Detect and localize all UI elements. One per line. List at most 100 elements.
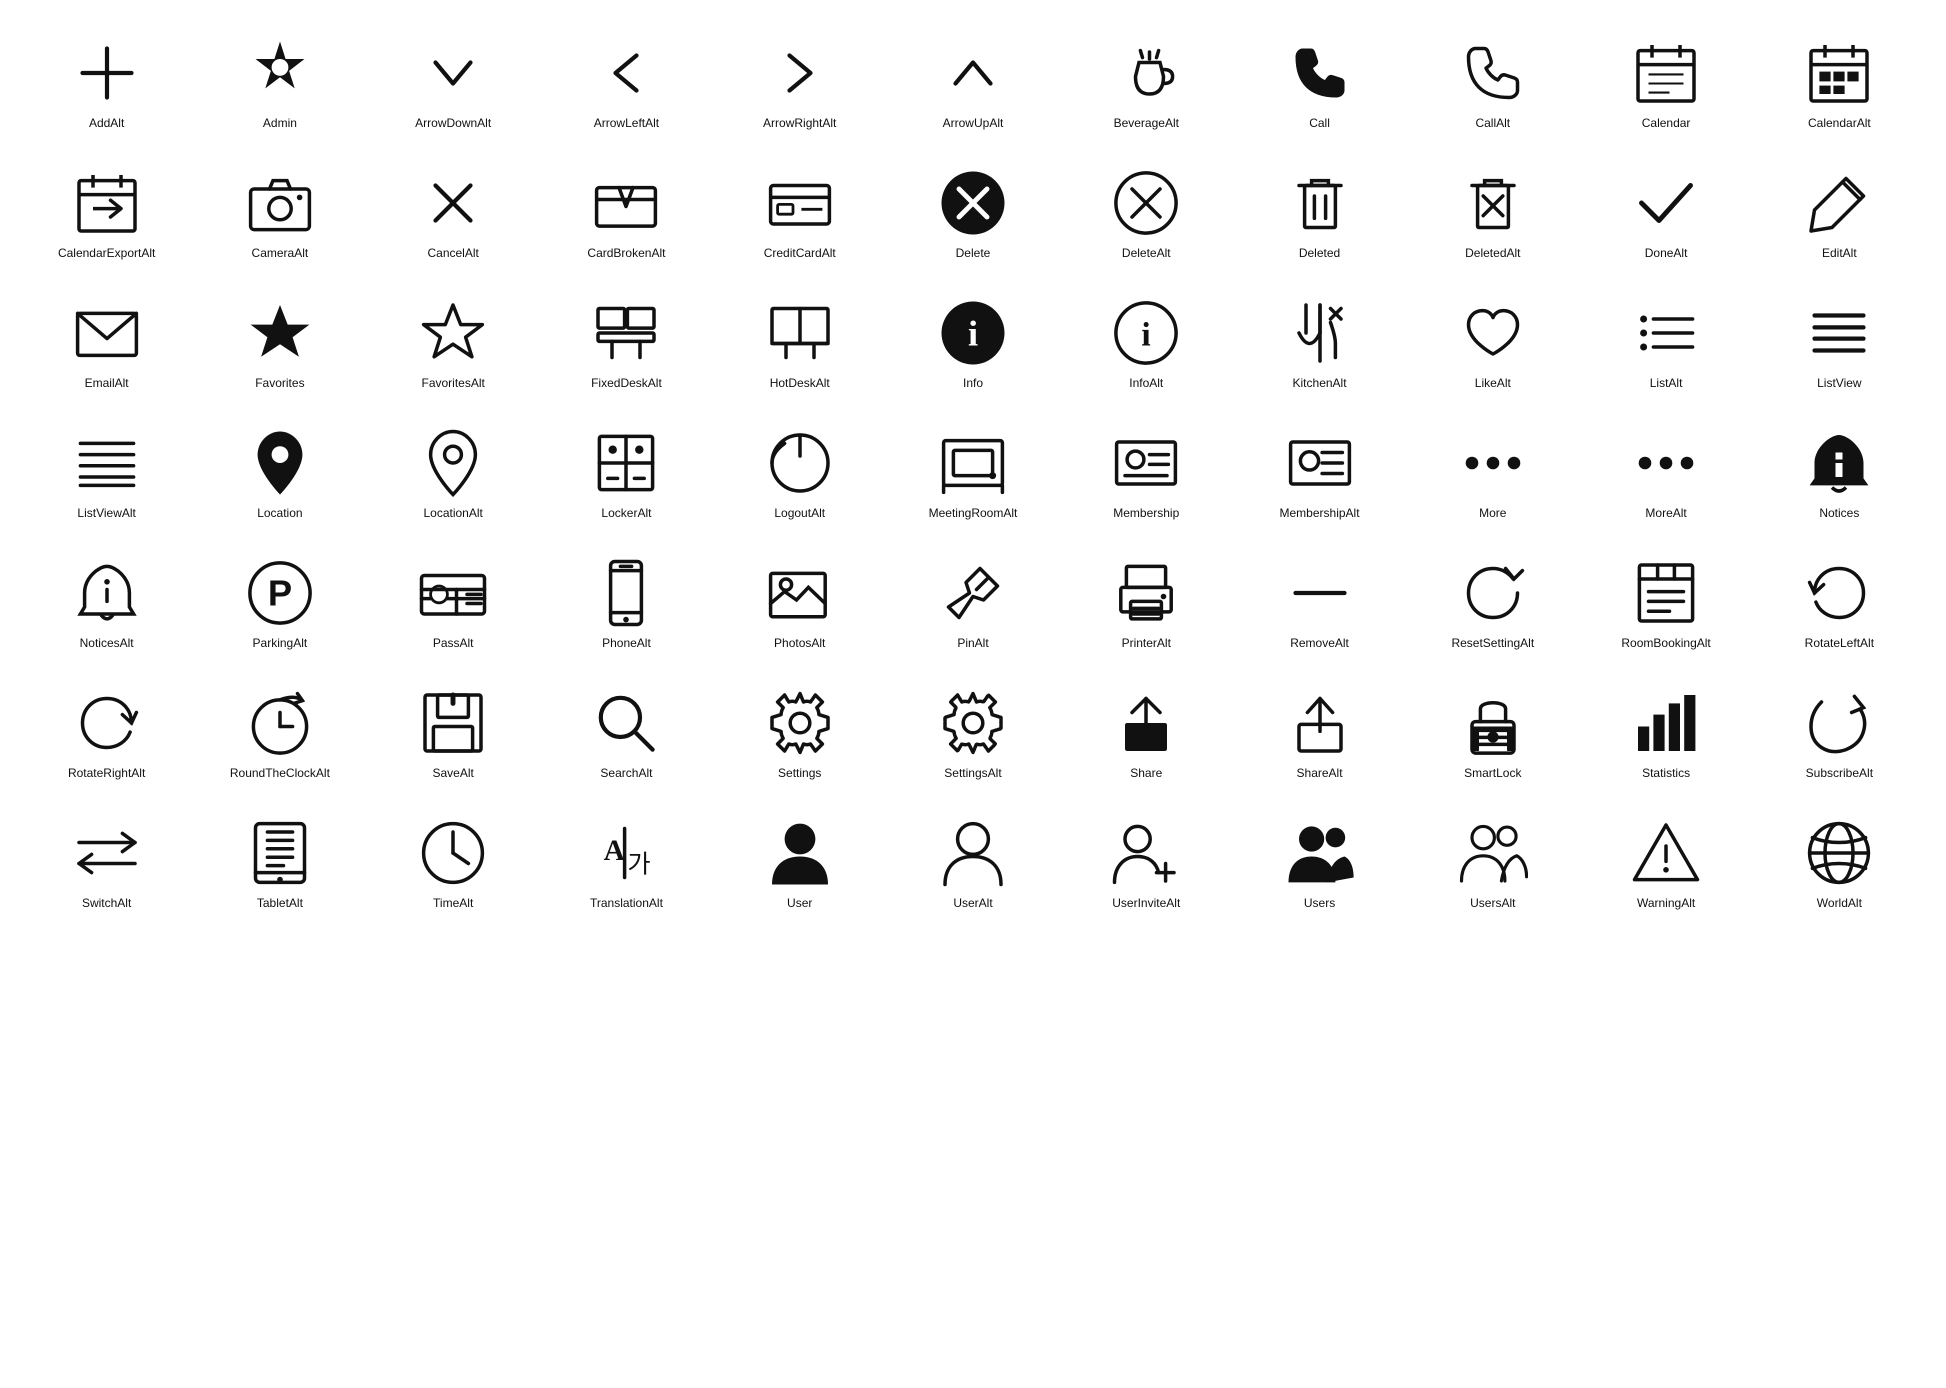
favorites-icon	[245, 298, 315, 368]
phone-alt-icon	[591, 558, 661, 628]
icon-label-usersalt: UsersAlt	[1470, 896, 1515, 912]
arrow-up-alt-icon	[938, 38, 1008, 108]
icon-cell-smartlock: SmartLock	[1406, 670, 1579, 790]
svg-text:가: 가	[628, 851, 651, 879]
icon-label-membership: Membership	[1113, 506, 1179, 522]
call-alt-icon	[1458, 38, 1528, 108]
meeting-room-alt-icon	[938, 428, 1008, 498]
icon-label-noticesalt: NoticesAlt	[80, 636, 134, 652]
icon-label-statistics: Statistics	[1642, 766, 1690, 782]
icon-label-removealt: RemoveAlt	[1290, 636, 1349, 652]
time-alt-icon	[418, 818, 488, 888]
icon-label-call: Call	[1309, 116, 1330, 132]
icon-grid: AddAlt Admin ArrowDownAlt ArrowLeftAlt	[20, 20, 1926, 920]
icon-cell-parkingalt: P ParkingAlt	[193, 540, 366, 660]
cancel-alt-icon	[418, 168, 488, 238]
icon-label-users: Users	[1304, 896, 1335, 912]
icon-label-favorites: Favorites	[255, 376, 304, 392]
icon-label-listviewalt: ListViewAlt	[77, 506, 135, 522]
icon-label-addalt: AddAlt	[89, 116, 124, 132]
icon-label-user: User	[787, 896, 812, 912]
icon-cell-infoalt: i InfoAlt	[1060, 280, 1233, 400]
list-view-alt-icon	[72, 428, 142, 498]
icon-label-listalt: ListAlt	[1650, 376, 1683, 392]
icon-cell-pinalt: PinAlt	[886, 540, 1059, 660]
icon-label-rotaterightalt: RotateRightAlt	[68, 766, 145, 782]
pin-alt-icon	[938, 558, 1008, 628]
svg-text:A: A	[604, 835, 626, 867]
icon-label-translationalt: TranslationAlt	[590, 896, 663, 912]
calendar-icon	[1631, 38, 1701, 108]
icon-label-infoalt: InfoAlt	[1129, 376, 1163, 392]
icon-cell-likealt: LikeAlt	[1406, 280, 1579, 400]
icon-cell-admin: Admin	[193, 20, 366, 140]
arrow-right-alt-icon	[765, 38, 835, 108]
more-icon	[1458, 428, 1528, 498]
icon-cell-searchalt: SearchAlt	[540, 670, 713, 790]
user-invite-alt-icon	[1111, 818, 1181, 888]
icon-cell-resetsettingalt: ResetSettingAlt	[1406, 540, 1579, 660]
icon-label-sharealt: ShareAlt	[1297, 766, 1343, 782]
icon-cell-hotdeskalt: HotDeskAlt	[713, 280, 886, 400]
icon-label-share: Share	[1130, 766, 1162, 782]
icon-label-cancelalt: CancelAlt	[427, 246, 478, 262]
icon-cell-cancelalt: CancelAlt	[367, 150, 540, 270]
more-alt-icon	[1631, 428, 1701, 498]
world-alt-icon	[1804, 818, 1874, 888]
icon-label-userinvitealt: UserInviteAlt	[1112, 896, 1180, 912]
icon-label-emailalt: EmailAlt	[85, 376, 129, 392]
icon-cell-membership: Membership	[1060, 410, 1233, 530]
deleted-icon	[1285, 168, 1355, 238]
icon-label-settings: Settings	[778, 766, 821, 782]
icon-cell-fixeddeskalt: FixedDeskAlt	[540, 280, 713, 400]
rotate-right-alt-icon	[72, 688, 142, 758]
card-broken-alt-icon	[591, 168, 661, 238]
icon-label-likealt: LikeAlt	[1475, 376, 1511, 392]
arrow-left-alt-icon	[591, 38, 661, 108]
svg-text:i: i	[1142, 317, 1151, 354]
photos-alt-icon	[765, 558, 835, 628]
icon-cell-kitchenalt: KitchenAlt	[1233, 280, 1406, 400]
icon-cell-listalt: ListAlt	[1579, 280, 1752, 400]
icon-cell-beveragealt: BeverageAlt	[1060, 20, 1233, 140]
icon-label-parkingalt: ParkingAlt	[253, 636, 308, 652]
favorites-alt-icon	[418, 298, 488, 368]
icon-cell-arrowupalt: ArrowUpAlt	[886, 20, 1059, 140]
icon-label-rotateleftalt: RotateLeftAlt	[1805, 636, 1874, 652]
icon-cell-cardbrokenalt: CardBrokenAlt	[540, 150, 713, 270]
like-alt-icon	[1458, 298, 1528, 368]
icon-label-tabletalt: TabletAlt	[257, 896, 303, 912]
icon-cell-callalt: CallAlt	[1406, 20, 1579, 140]
icon-label-arrowrightalt: ArrowRightAlt	[763, 116, 836, 132]
icon-label-settingsalt: SettingsAlt	[944, 766, 1001, 782]
rotate-left-alt-icon	[1804, 558, 1874, 628]
icon-label-admin: Admin	[263, 116, 297, 132]
icon-label-warningalt: WarningAlt	[1637, 896, 1695, 912]
calendar-alt-icon	[1804, 38, 1874, 108]
icon-label-cardbrokenalt: CardBrokenAlt	[587, 246, 665, 262]
icon-label-useralt: UserAlt	[953, 896, 992, 912]
icon-cell-calendarexportalt: CalendarExportAlt	[20, 150, 193, 270]
icon-cell-passalt: PassAlt	[367, 540, 540, 660]
icon-cell-usersalt: UsersAlt	[1406, 800, 1579, 920]
beverage-alt-icon	[1111, 38, 1181, 108]
icon-label-favoritesalt: FavoritesAlt	[421, 376, 484, 392]
icon-cell-settings: Settings	[713, 670, 886, 790]
icon-label-arrowdownalt: ArrowDownAlt	[415, 116, 491, 132]
icon-label-location: Location	[257, 506, 302, 522]
icon-cell-share: Share	[1060, 670, 1233, 790]
icon-cell-roombookingalt: RoomBookingAlt	[1579, 540, 1752, 660]
icon-label-morealt: MoreAlt	[1645, 506, 1686, 522]
delete-alt-icon	[1111, 168, 1181, 238]
icon-label-kitchenalt: KitchenAlt	[1293, 376, 1347, 392]
icon-cell-user: User	[713, 800, 886, 920]
icon-label-phonealt: PhoneAlt	[602, 636, 651, 652]
search-alt-icon	[591, 688, 661, 758]
icon-label-deletealt: DeleteAlt	[1122, 246, 1171, 262]
icon-cell-subscribealt: SubscribeAlt	[1753, 670, 1926, 790]
icon-cell-translationalt: A 가 TranslationAlt	[540, 800, 713, 920]
icon-label-printeralt: PrinterAlt	[1122, 636, 1171, 652]
icon-label-savealt: SaveAlt	[432, 766, 473, 782]
icon-cell-printeralt: PrinterAlt	[1060, 540, 1233, 660]
credit-card-alt-icon	[765, 168, 835, 238]
